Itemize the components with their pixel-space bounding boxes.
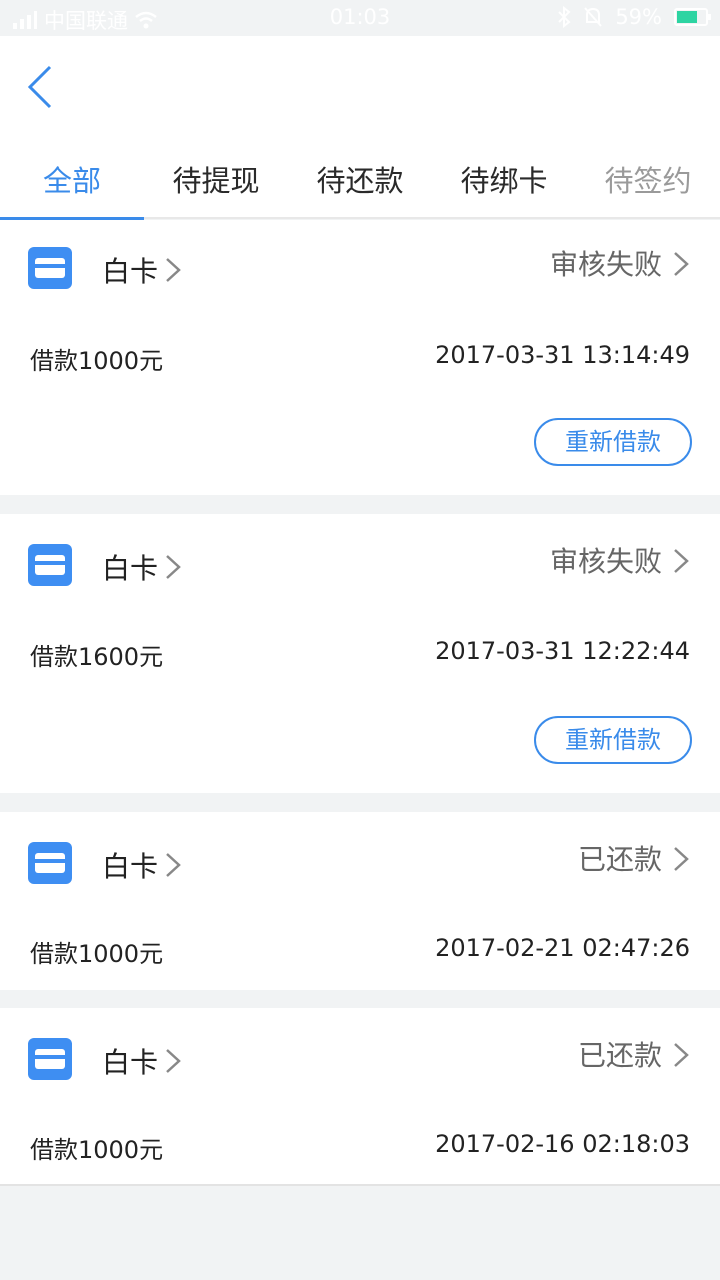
loan-amount: 借款1000元: [30, 1136, 164, 1164]
tab-bar: 全部 待提现 待还款 待绑卡 待签约: [0, 140, 720, 221]
status-bar: 中国联通 01:03 59%: [0, 0, 720, 36]
order-datetime: 2017-03-31 13:14:49: [435, 341, 690, 369]
chevron-right-icon[interactable]: [672, 250, 690, 278]
order-status[interactable]: 已还款: [578, 838, 662, 878]
loan-amount: 借款1000元: [30, 347, 164, 375]
order-status[interactable]: 审核失败: [550, 540, 662, 580]
product-name: 白卡: [102, 1046, 159, 1079]
order-card: 白卡 已还款 借款1000元 2017-02-16 02:18:03: [0, 1008, 720, 1186]
credit-card-icon: [28, 842, 72, 884]
order-datetime: 2017-02-16 02:18:03: [435, 1130, 690, 1158]
tab-pending-repay[interactable]: 待还款: [288, 140, 432, 219]
battery-percent: 59%: [615, 5, 662, 29]
back-arrow-icon: [27, 65, 52, 109]
battery-icon: [674, 8, 711, 26]
order-status[interactable]: 审核失败: [550, 243, 662, 283]
loan-amount: 借款1000元: [30, 940, 164, 968]
status-right: 59%: [557, 5, 711, 29]
tab-all[interactable]: 全部: [0, 140, 144, 221]
order-status[interactable]: 已还款: [578, 1034, 662, 1074]
loan-amount: 借款1600元: [30, 643, 164, 671]
product-name: 白卡: [102, 850, 159, 883]
bluetooth-icon: [558, 6, 571, 28]
order-card: 白卡 审核失败 借款1600元 2017-03-31 12:22:44 重新借款: [0, 514, 720, 793]
credit-card-icon: [28, 544, 72, 586]
header: 全部 待提现 待还款 待绑卡 待签约: [0, 36, 720, 221]
chevron-right-icon[interactable]: [672, 845, 690, 873]
silent-bell-icon: [584, 7, 603, 27]
reborrow-button[interactable]: 重新借款: [534, 418, 692, 466]
order-datetime: 2017-03-31 12:22:44: [435, 637, 690, 665]
chevron-right-icon: [166, 1049, 181, 1073]
product-name: 白卡: [102, 552, 159, 585]
order-card: 白卡 审核失败 借款1000元 2017-03-31 13:14:49 重新借款: [0, 220, 720, 495]
back-button[interactable]: [22, 64, 62, 110]
product-name: 白卡: [102, 255, 159, 288]
reborrow-button[interactable]: 重新借款: [534, 716, 692, 764]
tab-pending-bind-card[interactable]: 待绑卡: [432, 140, 576, 219]
tab-pending-withdraw[interactable]: 待提现: [144, 140, 288, 219]
chevron-right-icon: [166, 258, 181, 282]
tab-pending-sign[interactable]: 待签约: [576, 140, 720, 219]
credit-card-icon: [28, 247, 72, 289]
chevron-right-icon: [166, 555, 181, 579]
chevron-right-icon: [166, 853, 181, 877]
order-card: 白卡 已还款 借款1000元 2017-02-21 02:47:26: [0, 812, 720, 990]
credit-card-icon: [28, 1038, 72, 1080]
order-datetime: 2017-02-21 02:47:26: [435, 934, 690, 962]
chevron-right-icon[interactable]: [672, 547, 690, 575]
chevron-right-icon[interactable]: [672, 1041, 690, 1069]
